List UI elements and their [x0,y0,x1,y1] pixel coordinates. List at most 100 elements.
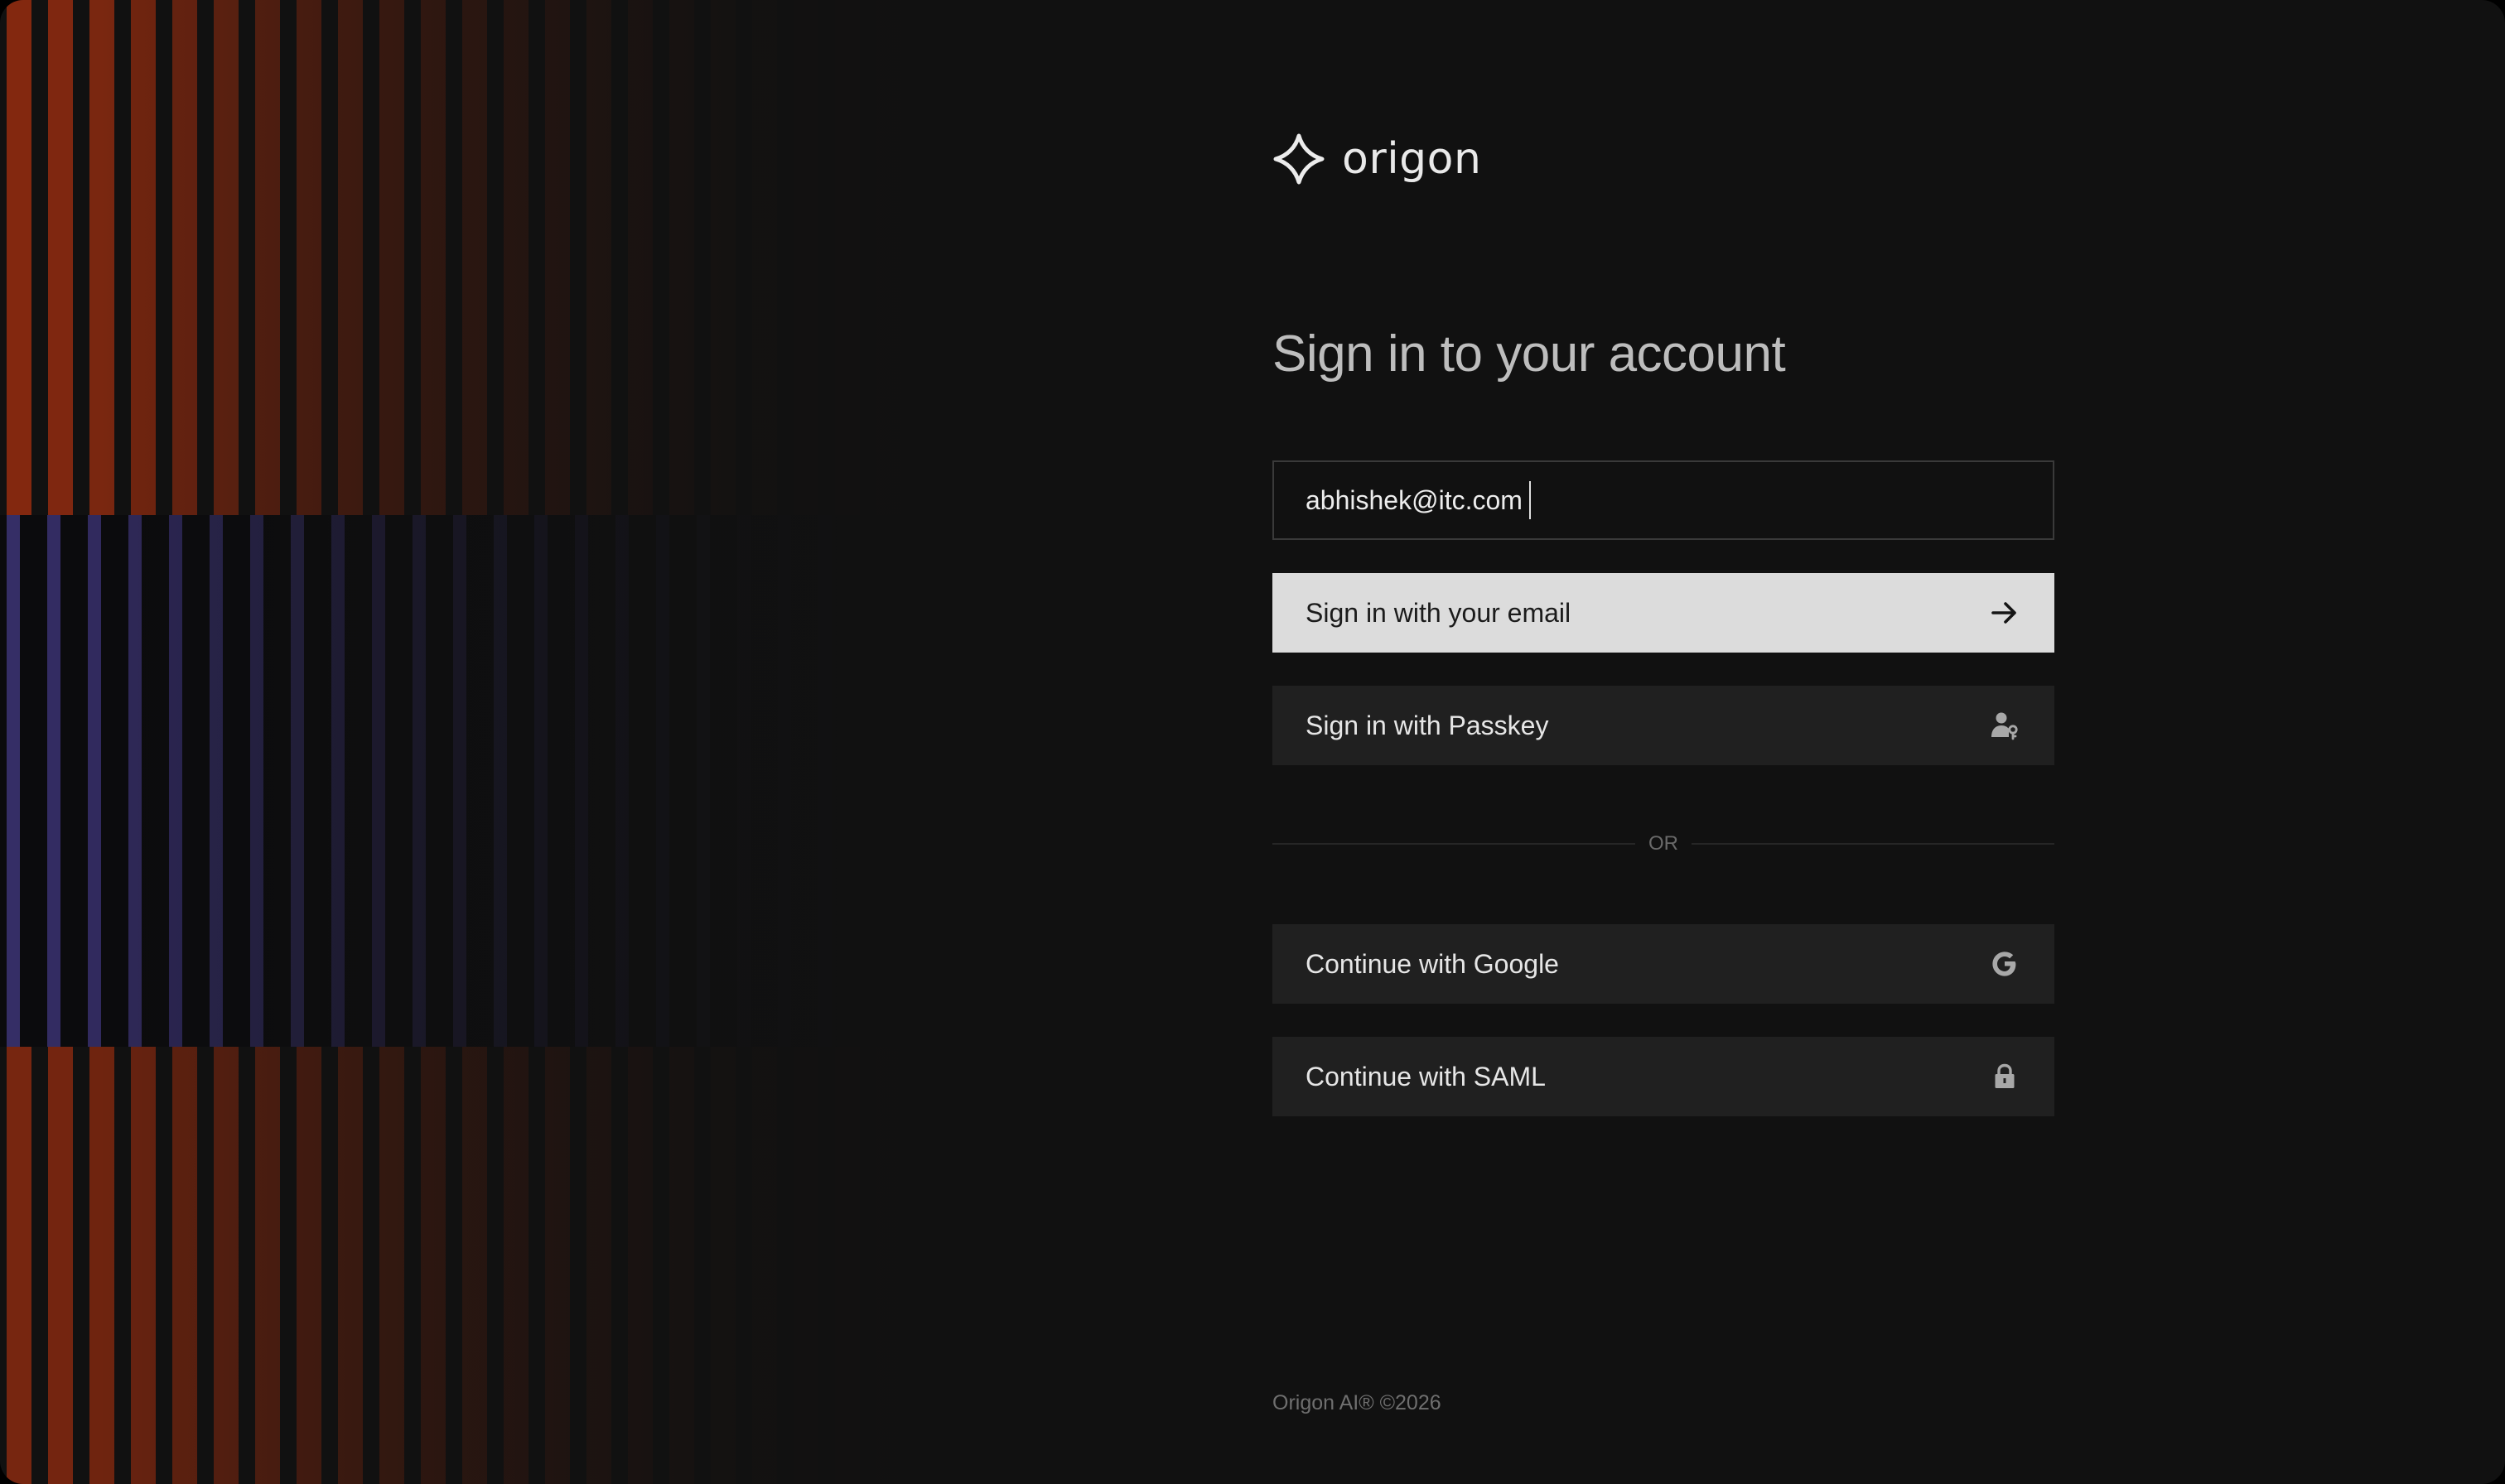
art-stripe [250,515,263,1047]
art-stripe [545,1047,570,1484]
art-stripe [794,0,818,515]
art-stripe [379,1047,404,1484]
art-stripe [818,515,832,1047]
art-band-top [0,0,994,515]
login-window: origon Sign in to your account abhishek@… [0,0,2505,1484]
art-stripe [379,0,404,515]
art-stripe [669,0,694,515]
art-stripe [255,1047,280,1484]
art-band-bottom [0,1047,994,1484]
page-title: Sign in to your account [1272,325,1786,383]
email-input[interactable]: abhishek@itc.com [1272,460,2054,540]
art-stripe [656,515,669,1047]
art-stripe [615,515,629,1047]
art-stripe [876,1047,901,1484]
art-stripe [331,515,345,1047]
art-stripe [669,1047,694,1484]
art-stripe [959,1047,984,1484]
art-stripe [835,0,860,515]
art-stripe [88,515,101,1047]
art-stripe [575,515,588,1047]
art-stripe [918,1047,943,1484]
art-stripe [172,1047,197,1484]
divider-line-right [1692,843,2054,845]
art-stripe [859,515,872,1047]
art-stripe [778,515,791,1047]
art-stripe [169,515,182,1047]
divider-text: OR [1648,832,1678,855]
sign-in-email-label: Sign in with your email [1306,597,1571,628]
art-stripe [711,0,736,515]
art-stripe [214,1047,239,1484]
art-stripe [7,0,31,515]
continue-google-label: Continue with Google [1306,948,1559,979]
art-band-middle [0,515,994,1047]
art-stripe [421,0,446,515]
art-stripe [131,1047,156,1484]
text-caret [1528,481,1531,519]
art-stripe [494,515,507,1047]
art-stripe [172,0,197,515]
art-stripe [959,0,984,515]
art-stripe [47,515,60,1047]
art-stripe [534,515,548,1047]
lock-icon [1988,1060,2021,1093]
art-stripe [7,515,20,1047]
art-stripe [255,0,280,515]
art-stripe [586,1047,611,1484]
art-stripe [297,0,321,515]
art-stripe [918,0,943,515]
decorative-striped-art [0,0,994,1484]
or-divider: OR [1272,831,2054,856]
art-stripe [835,1047,860,1484]
continue-saml-button[interactable]: Continue with SAML [1272,1037,2054,1116]
art-stripe [504,0,529,515]
art-stripe [586,0,611,515]
brand-name: origon [1342,134,1482,184]
arrow-right-icon [1988,596,2021,629]
origon-star-icon [1273,133,1325,185]
art-stripe [48,0,73,515]
art-stripe [628,0,653,515]
art-stripe [338,0,363,515]
art-stripe [48,1047,73,1484]
art-stripe [504,1047,529,1484]
art-stripe [7,1047,31,1484]
art-stripe [697,515,710,1047]
continue-google-button[interactable]: Continue with Google [1272,924,2054,1004]
art-stripe [462,1047,487,1484]
continue-saml-label: Continue with SAML [1306,1061,1546,1091]
art-stripe [876,0,901,515]
art-stripe [545,0,570,515]
art-stripe [89,1047,114,1484]
sign-in-passkey-button[interactable]: Sign in with Passkey [1272,686,2054,765]
sign-in-passkey-label: Sign in with Passkey [1306,710,1549,740]
art-stripe [628,1047,653,1484]
art-stripe [131,0,156,515]
art-stripe [940,515,953,1047]
art-stripe [462,0,487,515]
art-stripe [421,1047,446,1484]
art-stripe [128,515,142,1047]
art-stripe [338,1047,363,1484]
art-stripe [752,1047,777,1484]
art-stripe [372,515,385,1047]
art-stripe [794,1047,818,1484]
signin-panel: origon Sign in to your account abhishek@… [1272,0,2054,1484]
art-stripe [453,515,466,1047]
google-icon [1988,947,2021,980]
divider-line-left [1272,843,1635,845]
art-stripe [89,0,114,515]
user-key-icon [1988,709,2021,742]
art-stripe [297,1047,321,1484]
art-stripe [210,515,223,1047]
art-stripe [214,0,239,515]
email-input-value: abhishek@itc.com [1306,484,1523,515]
art-stripe [711,1047,736,1484]
brand-logo: origon [1272,129,1481,189]
art-stripe [737,515,751,1047]
footer-copyright: Origon AI® ©2026 [1272,1391,1441,1414]
art-stripe [413,515,426,1047]
sign-in-email-button[interactable]: Sign in with your email [1272,573,2054,653]
art-stripe [900,515,913,1047]
